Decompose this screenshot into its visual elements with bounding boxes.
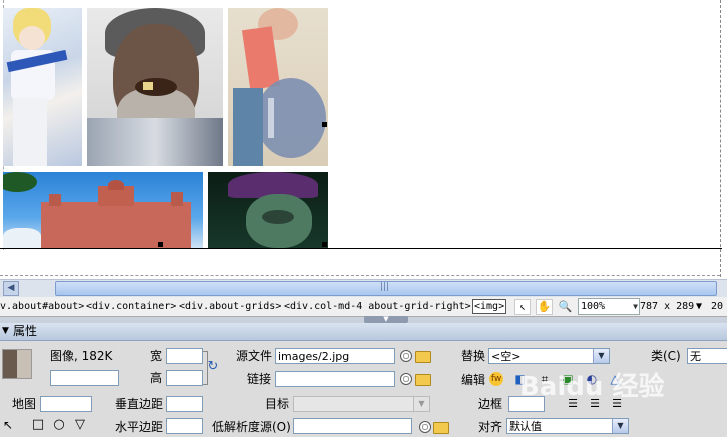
hspace-label: 水平边距 xyxy=(115,420,164,434)
gallery-image-4[interactable] xyxy=(3,172,203,248)
polygon-hotspot-icon[interactable]: ▽ xyxy=(72,417,88,433)
collapse-arrow-icon[interactable]: ▼ xyxy=(364,316,408,323)
image-size-label: 图像, 182K xyxy=(50,349,113,363)
class-select[interactable]: 无 xyxy=(687,348,727,364)
link-point-to-file-icon[interactable] xyxy=(400,373,412,385)
link-label: 链接 xyxy=(247,372,272,386)
zoom-value: 100% xyxy=(581,301,606,312)
chevron-down-icon: ▼ xyxy=(633,302,638,311)
class-label: 类(C) xyxy=(651,349,681,363)
edit-label: 编辑 xyxy=(461,373,486,387)
zoom-select[interactable]: 100% ▼ xyxy=(578,298,640,315)
src-input[interactable]: images/2.jpg xyxy=(275,348,395,364)
tag-selector-bar: v.about#about> <div.container> <div.abou… xyxy=(0,297,727,317)
resize-handle-bottom[interactable] xyxy=(158,242,163,247)
align-label: 对齐 xyxy=(478,420,503,434)
lowsrc-label: 低解析度源(O) xyxy=(212,420,291,434)
canvas-guide-bottom xyxy=(0,275,720,276)
height-label: 高 xyxy=(150,371,163,385)
resize-handle-right[interactable] xyxy=(322,122,327,127)
download-size: 20 xyxy=(711,301,724,312)
map-input[interactable] xyxy=(40,396,92,412)
pointer-tool-icon[interactable]: ↖ xyxy=(514,299,531,315)
align-select[interactable]: 默认值 ▼ xyxy=(506,418,629,434)
lowsrc-point-to-file-icon[interactable] xyxy=(419,421,431,433)
src-browse-folder-icon[interactable] xyxy=(415,351,431,363)
width-label: 宽 xyxy=(150,349,163,363)
gallery-image-2[interactable] xyxy=(87,8,223,166)
circle-hotspot-icon[interactable]: ○ xyxy=(51,417,67,433)
scroll-left-arrow-icon[interactable]: ◀ xyxy=(3,281,19,296)
link-browse-folder-icon[interactable] xyxy=(415,374,431,386)
align-value: 默认值 xyxy=(509,420,542,433)
replace-select[interactable]: <空> ▼ xyxy=(488,348,610,364)
height-input[interactable] xyxy=(166,370,203,386)
zoom-tool-icon[interactable]: 🔍 xyxy=(557,299,574,315)
gallery-image-5[interactable] xyxy=(208,172,328,248)
replace-value: <空> xyxy=(491,350,521,363)
baidu-watermark: Baidu 经验 xyxy=(520,372,665,402)
tag-item-about[interactable]: v.about#about> xyxy=(0,297,84,316)
resize-handle-corner[interactable] xyxy=(322,242,327,247)
width-input[interactable] xyxy=(166,348,203,364)
image-id-input[interactable] xyxy=(50,370,119,386)
image-thumbnail xyxy=(2,349,32,379)
vspace-label: 垂直边距 xyxy=(115,397,164,411)
src-label: 源文件 xyxy=(236,349,273,363)
map-label: 地图 xyxy=(12,397,37,411)
window-size-dropdown-icon[interactable]: ▼ xyxy=(696,297,702,316)
tag-item-container[interactable]: <div.container> xyxy=(86,297,176,316)
target-select: ▼ xyxy=(293,396,430,412)
tag-item-about-grids[interactable]: <div.about-grids> xyxy=(179,297,281,316)
hand-tool-icon[interactable]: ✋ xyxy=(536,299,553,315)
link-input[interactable] xyxy=(275,371,395,387)
tag-item-img[interactable]: <img> xyxy=(472,299,507,314)
chevron-down-icon: ▼ xyxy=(593,349,609,363)
window-size[interactable]: 787 x 289 xyxy=(640,297,694,316)
gallery-image-1[interactable] xyxy=(3,8,82,166)
selection-boundary xyxy=(0,248,722,249)
border-label: 边框 xyxy=(478,397,503,411)
chevron-down-icon: ▼ xyxy=(612,419,628,433)
src-point-to-file-icon[interactable] xyxy=(400,350,412,362)
lowsrc-input[interactable] xyxy=(293,418,412,434)
replace-label: 替换 xyxy=(461,349,486,363)
expand-arrow-icon: ▼ xyxy=(2,326,9,336)
scroll-grip-icon: ||| xyxy=(380,282,390,292)
target-label: 目标 xyxy=(265,397,290,411)
hspace-input[interactable] xyxy=(166,418,203,434)
reset-size-icon[interactable]: ↻ xyxy=(205,359,221,375)
gallery-image-3[interactable] xyxy=(228,8,328,166)
pointer-hotspot-icon[interactable]: ↖ xyxy=(0,417,16,433)
canvas-guide-right xyxy=(720,0,721,277)
vspace-input[interactable] xyxy=(166,396,203,412)
fireworks-edit-icon[interactable]: fw xyxy=(489,372,503,386)
rect-hotspot-icon[interactable]: □ xyxy=(30,417,46,433)
lowsrc-browse-folder-icon[interactable] xyxy=(433,422,449,434)
tag-item-about-grid-right[interactable]: <div.col-md-4 about-grid-right> xyxy=(284,297,471,316)
chevron-down-icon: ▼ xyxy=(413,397,429,411)
properties-title: 属性 xyxy=(13,324,38,338)
properties-header[interactable]: ▼ 属性 xyxy=(0,323,727,341)
